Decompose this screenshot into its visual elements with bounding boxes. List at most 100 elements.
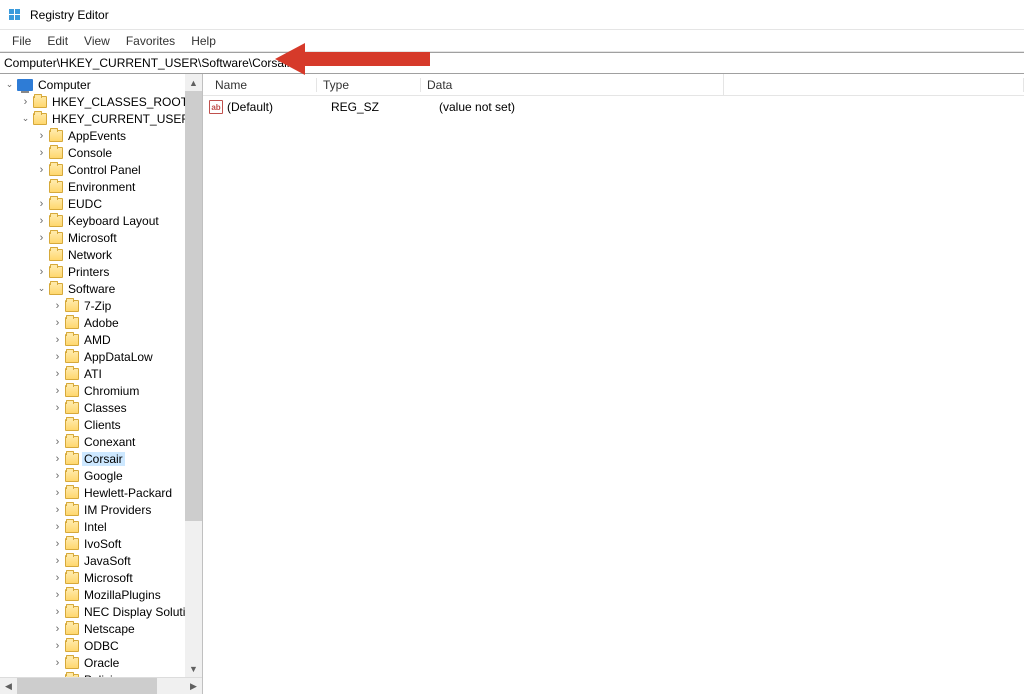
menu-file[interactable]: File	[4, 32, 39, 50]
col-name[interactable]: Name	[209, 78, 317, 92]
tree-item[interactable]: ›EUDC	[0, 195, 202, 212]
tree-label: IM Providers	[82, 503, 153, 517]
tree-item[interactable]: ›Classes	[0, 399, 202, 416]
vscroll-track[interactable]	[185, 91, 202, 660]
tree-item[interactable]: ⌄HKEY_CURRENT_USER	[0, 110, 202, 127]
vscroll-thumb[interactable]	[185, 91, 202, 521]
tree-item[interactable]: ›Corsair	[0, 450, 202, 467]
tree-item[interactable]: Environment	[0, 178, 202, 195]
vertical-scrollbar[interactable]: ▲ ▼	[185, 74, 202, 677]
expander-icon[interactable]: ›	[36, 147, 47, 158]
expander-icon[interactable]: ›	[52, 300, 63, 311]
tree-root[interactable]: ⌄ Computer	[0, 76, 202, 93]
menu-edit[interactable]: Edit	[39, 32, 76, 50]
tree-item[interactable]: ›JavaSoft	[0, 552, 202, 569]
expander-icon[interactable]: ›	[36, 215, 47, 226]
expander-icon[interactable]: ›	[36, 130, 47, 141]
expander-icon[interactable]: ›	[52, 470, 63, 481]
tree-label: MozillaPlugins	[82, 588, 163, 602]
address-input[interactable]	[4, 56, 1020, 70]
scroll-left-icon[interactable]: ◀	[0, 678, 17, 694]
tree-item[interactable]: ⌄Software	[0, 280, 202, 297]
tree-scroll[interactable]: ⌄ Computer ›HKEY_CLASSES_ROOT⌄HKEY_CURRE…	[0, 74, 202, 677]
expander-icon[interactable]: ›	[52, 589, 63, 600]
tree-item[interactable]: ›Conexant	[0, 433, 202, 450]
string-value-icon: ab	[209, 100, 223, 114]
expander-icon[interactable]: ›	[52, 317, 63, 328]
expander-icon[interactable]	[36, 181, 47, 192]
tree-item[interactable]: ›HKEY_CLASSES_ROOT	[0, 93, 202, 110]
tree-item[interactable]: › MozillaPlugins	[0, 586, 202, 603]
tree-item[interactable]: ›Google	[0, 467, 202, 484]
expander-icon[interactable]: ›	[36, 232, 47, 243]
tree-item[interactable]: › IM Providers	[0, 501, 202, 518]
tree-item[interactable]: Network	[0, 246, 202, 263]
tree-item[interactable]: ›ATI	[0, 365, 202, 382]
expander-icon[interactable]: ›	[52, 606, 63, 617]
expander-icon[interactable]: ›	[52, 368, 63, 379]
tree-label: Computer	[36, 78, 93, 92]
tree-item[interactable]: ›IvoSoft	[0, 535, 202, 552]
expander-icon[interactable]: ›	[52, 572, 63, 583]
scroll-down-icon[interactable]: ▼	[185, 660, 202, 677]
menu-view[interactable]: View	[76, 32, 118, 50]
tree-item[interactable]: ›NEC Display Solution	[0, 603, 202, 620]
expander-icon[interactable]	[52, 419, 63, 430]
tree-item[interactable]: ›Policies	[0, 671, 202, 677]
expander-icon[interactable]: ›	[52, 538, 63, 549]
expander-icon[interactable]: ›	[36, 164, 47, 175]
expander-icon[interactable]: ›	[52, 640, 63, 651]
tree-item[interactable]: ›Hewlett-Packard	[0, 484, 202, 501]
hscroll-track[interactable]	[17, 678, 185, 694]
tree-item[interactable]: ›Keyboard Layout	[0, 212, 202, 229]
list-row[interactable]: ab (Default) REG_SZ (value not set)	[209, 98, 1018, 116]
expander-icon[interactable]: ⌄	[20, 113, 31, 124]
tree-item[interactable]: ›Netscape	[0, 620, 202, 637]
tree-item[interactable]: ›Intel	[0, 518, 202, 535]
expander-icon[interactable]: ›	[36, 198, 47, 209]
hscroll-thumb[interactable]	[17, 678, 157, 694]
expander-icon[interactable]: ›	[52, 453, 63, 464]
scroll-right-icon[interactable]: ▶	[185, 678, 202, 694]
tree-item[interactable]: ›AMD	[0, 331, 202, 348]
horizontal-scrollbar[interactable]: ◀ ▶	[0, 677, 202, 694]
menu-favorites[interactable]: Favorites	[118, 32, 183, 50]
expander-icon[interactable]	[36, 249, 47, 260]
tree-item[interactable]: ›Microsoft	[0, 229, 202, 246]
expander-icon[interactable]: ›	[52, 504, 63, 515]
menu-help[interactable]: Help	[183, 32, 224, 50]
expander-icon[interactable]: ›	[52, 657, 63, 668]
tree-item[interactable]: ›7-Zip	[0, 297, 202, 314]
tree-item[interactable]: Clients	[0, 416, 202, 433]
scroll-up-icon[interactable]: ▲	[185, 74, 202, 91]
expander-icon[interactable]: ›	[36, 266, 47, 277]
tree-item[interactable]: ›Microsoft	[0, 569, 202, 586]
tree-item[interactable]: ›Chromium	[0, 382, 202, 399]
tree-item[interactable]: ›Oracle	[0, 654, 202, 671]
expander-icon[interactable]: ⌄	[36, 283, 47, 294]
regedit-icon	[8, 7, 24, 23]
expander-icon[interactable]: ›	[52, 555, 63, 566]
tree-item[interactable]: ›Printers	[0, 263, 202, 280]
expander-icon[interactable]: ›	[20, 96, 31, 107]
col-type[interactable]: Type	[317, 78, 421, 92]
tree-item[interactable]: ›Console	[0, 144, 202, 161]
expander-icon[interactable]: ›	[52, 623, 63, 634]
expander-icon[interactable]: ›	[52, 436, 63, 447]
expander-icon[interactable]: ›	[52, 402, 63, 413]
tree-item[interactable]: ›AppEvents	[0, 127, 202, 144]
folder-icon	[33, 113, 47, 125]
expander-icon[interactable]: ›	[52, 351, 63, 362]
addressbar[interactable]	[0, 52, 1024, 74]
tree-item[interactable]: ›AppDataLow	[0, 348, 202, 365]
expander-icon[interactable]: ›	[52, 521, 63, 532]
tree-item[interactable]: ›ODBC	[0, 637, 202, 654]
expander-icon[interactable]: ›	[52, 385, 63, 396]
expander-icon[interactable]: ⌄	[4, 79, 15, 90]
tree-item[interactable]: ›Control Panel	[0, 161, 202, 178]
col-data[interactable]: Data	[421, 78, 1024, 92]
tree-item[interactable]: ›Adobe	[0, 314, 202, 331]
folder-icon	[65, 674, 79, 678]
expander-icon[interactable]: ›	[52, 334, 63, 345]
expander-icon[interactable]: ›	[52, 487, 63, 498]
